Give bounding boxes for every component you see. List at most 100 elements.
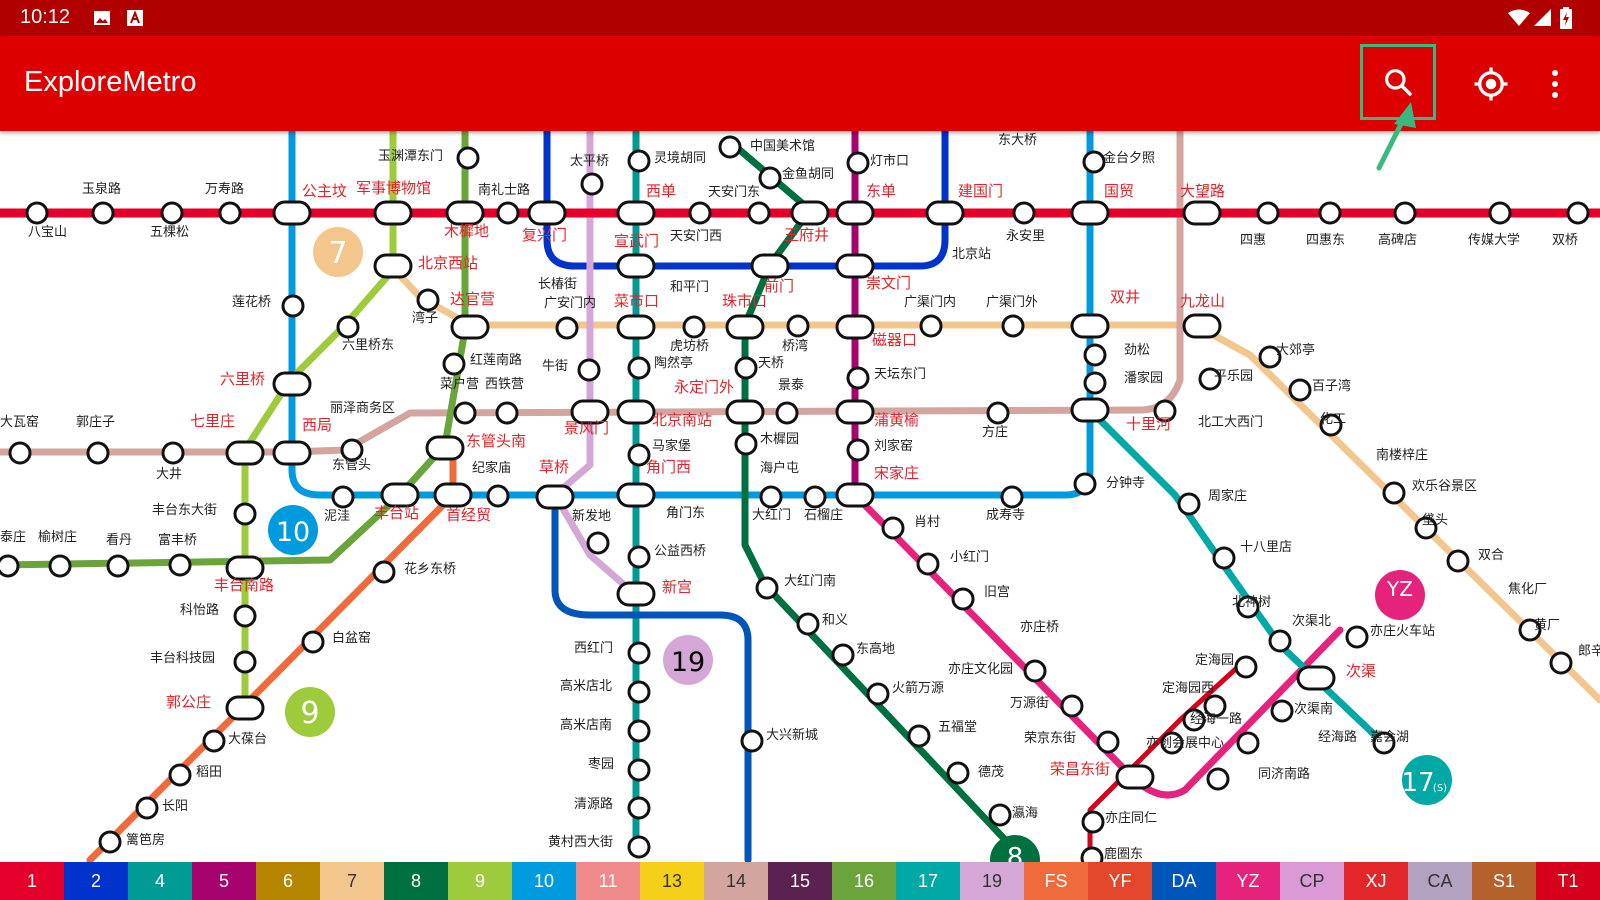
- station-label[interactable]: 灯市口: [870, 153, 909, 169]
- station-label[interactable]: 木樨园: [760, 432, 799, 447]
- station-marker[interactable]: [740, 729, 764, 753]
- station-marker[interactable]: [202, 729, 226, 753]
- station-label[interactable]: 纪家庙: [472, 460, 511, 476]
- station-marker[interactable]: [734, 356, 758, 380]
- station-label[interactable]: 亦庄同仁: [1105, 810, 1157, 826]
- station-label[interactable]: 天安门西: [670, 229, 722, 244]
- transfer-station-marker[interactable]: [835, 314, 875, 340]
- station-label[interactable]: 双合: [1478, 548, 1504, 563]
- station-label[interactable]: 玉渊潭东门: [378, 149, 443, 164]
- station-label[interactable]: 东单: [866, 182, 896, 200]
- station-marker[interactable]: [340, 438, 364, 462]
- station-label[interactable]: 传媒大学: [1468, 232, 1520, 248]
- station-label[interactable]: 太平桥: [570, 154, 609, 169]
- station-label[interactable]: 白盆窑: [332, 630, 371, 646]
- station-label[interactable]: 篱笆房: [126, 832, 165, 848]
- station-label[interactable]: 灵境胡同: [654, 151, 706, 166]
- station-marker[interactable]: [0, 554, 20, 578]
- station-label[interactable]: 黄村西大街: [548, 835, 613, 850]
- station-marker[interactable]: [496, 201, 520, 225]
- station-label[interactable]: 长阳: [162, 799, 188, 814]
- station-label[interactable]: 鹿圈东: [1104, 846, 1143, 862]
- station-label[interactable]: 荣京东街: [1024, 731, 1076, 746]
- station-marker[interactable]: [988, 803, 1012, 827]
- station-marker[interactable]: [1096, 730, 1120, 754]
- transfer-station-marker[interactable]: [527, 200, 567, 226]
- station-label[interactable]: 大井: [156, 467, 182, 482]
- station-label[interactable]: 平乐园: [1214, 369, 1253, 384]
- transfer-station-marker[interactable]: [750, 253, 790, 279]
- legend-line-10[interactable]: 10: [512, 862, 576, 900]
- legend-line-14[interactable]: 14: [704, 862, 768, 900]
- station-marker[interactable]: [161, 441, 185, 465]
- station-marker[interactable]: [747, 201, 771, 225]
- station-label[interactable]: 蒲黄榆: [874, 411, 919, 429]
- station-label[interactable]: 小红门: [950, 549, 989, 565]
- station-marker[interactable]: [627, 758, 651, 782]
- transfer-station-marker[interactable]: [373, 200, 413, 226]
- station-marker[interactable]: [555, 316, 579, 340]
- transfer-station-marker[interactable]: [1296, 665, 1336, 691]
- station-label[interactable]: 经海路: [1318, 729, 1357, 745]
- station-marker[interactable]: [1393, 201, 1417, 225]
- station-label[interactable]: 火箭万源: [892, 680, 944, 696]
- line-badge-10[interactable]: 10: [268, 505, 318, 555]
- station-label[interactable]: 国贸: [1104, 182, 1134, 200]
- station-label[interactable]: 草桥: [539, 458, 569, 476]
- station-marker[interactable]: [486, 484, 510, 508]
- station-label[interactable]: 玉泉路: [82, 181, 121, 197]
- station-label[interactable]: 垡头: [1422, 513, 1448, 528]
- station-marker[interactable]: [1318, 201, 1342, 225]
- station-label[interactable]: 大望路: [1180, 182, 1225, 200]
- station-marker[interactable]: [233, 502, 257, 526]
- station-label[interactable]: 定海园: [1195, 653, 1234, 668]
- station-marker[interactable]: [577, 358, 601, 382]
- station-label[interactable]: 四惠: [1240, 233, 1266, 248]
- station-label[interactable]: 天桥: [758, 356, 784, 371]
- station-label[interactable]: 丰台南路: [214, 576, 274, 594]
- station-label[interactable]: 方庄: [982, 424, 1008, 440]
- legend-line-1[interactable]: 1: [0, 862, 64, 900]
- legend-line-17[interactable]: 17: [896, 862, 960, 900]
- station-label[interactable]: 马家堡: [652, 438, 691, 454]
- station-label[interactable]: 东大桥: [998, 133, 1037, 148]
- station-label[interactable]: 永安里: [1006, 229, 1045, 244]
- station-marker[interactable]: [1177, 492, 1201, 516]
- station-label[interactable]: 东管头南: [466, 432, 526, 450]
- station-label[interactable]: 北京站: [952, 247, 991, 262]
- station-label[interactable]: 亦庄文化园: [948, 661, 1013, 677]
- station-label[interactable]: 德茂: [978, 765, 1004, 780]
- station-marker[interactable]: [1549, 651, 1573, 675]
- station-label[interactable]: 王府井: [784, 226, 829, 244]
- station-marker[interactable]: [1206, 767, 1230, 791]
- station-marker[interactable]: [1446, 549, 1470, 573]
- station-label[interactable]: 郭庄子: [76, 414, 115, 430]
- station-marker[interactable]: [281, 294, 305, 318]
- station-marker[interactable]: [301, 630, 325, 654]
- station-label[interactable]: 金台夕照: [1103, 150, 1155, 166]
- legend-line-cp[interactable]: CP: [1280, 862, 1344, 900]
- line-badge-7[interactable]: 7: [313, 227, 363, 277]
- station-marker[interactable]: [1566, 201, 1590, 225]
- legend-line-9[interactable]: 9: [448, 862, 512, 900]
- legend-line-2[interactable]: 2: [64, 862, 128, 900]
- legend-line-yf[interactable]: YF: [1088, 862, 1152, 900]
- station-label[interactable]: 分钟寺: [1106, 475, 1145, 491]
- station-label[interactable]: 十八里店: [1240, 540, 1292, 555]
- transfer-station-marker[interactable]: [272, 371, 312, 397]
- station-label[interactable]: 双桥: [1552, 233, 1578, 248]
- legend-line-t1[interactable]: T1: [1536, 862, 1600, 900]
- station-label[interactable]: 丽泽商务区: [330, 400, 395, 416]
- legend-line-13[interactable]: 13: [640, 862, 704, 900]
- station-marker[interactable]: [755, 576, 779, 600]
- legend-line-s1[interactable]: S1: [1472, 862, 1536, 900]
- station-label[interactable]: 景风门: [564, 419, 609, 437]
- station-marker[interactable]: [453, 401, 477, 425]
- station-label[interactable]: 丰台东大街: [152, 503, 217, 518]
- station-label[interactable]: 湾子: [412, 310, 438, 326]
- station-label[interactable]: 嘉会湖: [1370, 730, 1409, 745]
- station-label[interactable]: 和义: [822, 613, 848, 628]
- station-marker[interactable]: [1083, 343, 1107, 367]
- station-marker[interactable]: [416, 288, 440, 312]
- transfer-station-marker[interactable]: [425, 435, 465, 461]
